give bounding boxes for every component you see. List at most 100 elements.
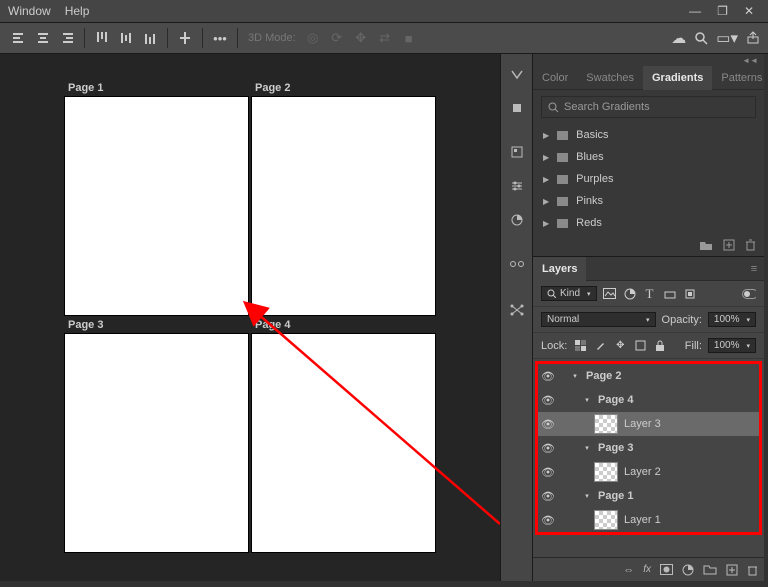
gradient-group[interactable]: ▶Purples [533,168,764,190]
folder-icon [557,153,568,162]
chevron-down-icon[interactable]: ▾ [582,396,592,404]
tab-gradients[interactable]: Gradients [643,66,712,90]
fill-input[interactable]: 100%▾ [708,338,756,353]
window-maximize-icon[interactable]: ❐ [717,4,728,18]
lock-artboard-icon[interactable] [633,339,647,353]
layer-filter-select[interactable]: Kind▾ [541,286,597,301]
tab-swatches[interactable]: Swatches [577,66,643,90]
gradient-group[interactable]: ▶Basics [533,124,764,146]
window-close-icon[interactable]: ✕ [744,4,754,18]
blend-mode-select[interactable]: Normal▾ [541,312,656,327]
align-left-icon[interactable] [8,27,30,49]
new-group-icon[interactable] [703,564,717,575]
menu-window[interactable]: Window [8,4,51,18]
canvas[interactable]: Page 1Page 2Page 3Page 4 [0,54,500,581]
filter-shape-icon[interactable] [663,287,677,301]
layer-name: Layer 2 [624,466,661,478]
trash-icon[interactable] [745,239,756,251]
3d-camera-icon[interactable]: ■ [398,27,420,49]
chevron-right-icon: ▶ [543,219,549,228]
account-icon[interactable]: ☁ [671,29,686,47]
properties-panel-icon[interactable] [509,178,525,194]
page-label: Page 4 [255,319,290,331]
align-center-v-icon[interactable] [115,27,137,49]
filter-adjustment-icon[interactable] [623,287,637,301]
tab-layers[interactable]: Layers [533,257,586,281]
chevron-down-icon[interactable]: ▾ [582,444,592,452]
layer-group[interactable]: 👁▾Page 1 [538,484,759,508]
tab-patterns[interactable]: Patterns [712,66,768,90]
type-panel-icon[interactable] [509,302,525,318]
gradient-group[interactable]: ▶Blues [533,146,764,168]
share-icon[interactable] [746,31,760,45]
filter-type-icon[interactable]: T [643,287,657,301]
gradient-group-label: Pinks [576,195,603,207]
3d-orbit-icon[interactable]: ◎ [302,27,324,49]
chevron-down-icon[interactable]: ▾ [582,492,592,500]
artboard-page[interactable]: Page 2 [252,97,435,315]
panel-collapse-icon[interactable]: ◄◄ [533,54,764,66]
layer-item[interactable]: 👁Layer 1 [538,508,759,532]
align-top-icon[interactable] [91,27,113,49]
gradient-group[interactable]: ▶Reds [533,212,764,234]
adjustment-layer-icon[interactable] [682,564,694,576]
layer-mask-icon[interactable] [660,564,673,575]
filter-toggle-icon[interactable] [742,287,756,301]
3d-roll-icon[interactable]: ⟳ [326,27,348,49]
layer-name: Page 2 [586,370,621,382]
layer-group[interactable]: 👁▾Page 4 [538,388,759,412]
lock-brush-icon[interactable] [593,339,607,353]
layers-footer: ⇔ fx [533,557,764,581]
gradient-group[interactable]: ▶Pinks [533,190,764,212]
chevron-down-icon[interactable]: ▾ [570,372,580,380]
workspace-switcher-icon[interactable]: ▭▾ [716,29,738,47]
search-icon[interactable] [694,31,708,45]
folder-icon[interactable] [699,240,713,251]
layer-item[interactable]: 👁 Layer 2 [538,460,759,484]
artboard-page[interactable]: Page 4 [252,334,435,552]
adjustments-panel-icon[interactable] [509,144,525,160]
tab-color[interactable]: Color [533,66,577,90]
layer-fx-icon[interactable]: fx [643,564,651,575]
actions-panel-icon[interactable] [509,256,525,272]
lock-position-icon[interactable]: ✥ [613,339,627,353]
delete-layer-icon[interactable] [747,564,758,576]
styles-panel-icon[interactable] [509,212,525,228]
visibility-toggle-icon[interactable]: 👁 [538,418,558,431]
gradients-search-input[interactable]: Search Gradients [541,96,756,118]
libraries-panel-icon[interactable] [509,100,525,116]
3d-pan-icon[interactable]: ✥ [350,27,372,49]
layer-group[interactable]: 👁 ▾ Page 2 [538,364,759,388]
3d-slide-icon[interactable]: ⇄ [374,27,396,49]
lock-pixels-icon[interactable] [573,339,587,353]
link-layers-icon[interactable]: ⇔ [623,564,634,576]
window-minimize-icon[interactable]: — [689,4,701,18]
filter-smart-icon[interactable] [683,287,697,301]
filter-image-icon[interactable] [603,287,617,301]
opacity-input[interactable]: 100%▾ [708,312,756,327]
gradient-group-label: Purples [576,173,613,185]
lock-label: Lock: [541,340,567,352]
layers-panel-menu-icon[interactable]: ≡ [744,263,764,275]
visibility-toggle-icon[interactable]: 👁 [538,442,558,455]
history-panel-icon[interactable] [509,66,525,82]
align-center-h-icon[interactable] [32,27,54,49]
new-preset-icon[interactable] [723,239,735,251]
new-layer-icon[interactable] [726,564,738,576]
visibility-toggle-icon[interactable]: 👁 [538,490,558,503]
artboard-page[interactable]: Page 1 [65,97,248,315]
align-bottom-icon[interactable] [139,27,161,49]
more-options-icon[interactable]: ••• [209,27,231,49]
distribute-icon[interactable] [174,27,196,49]
artboard-page[interactable]: Page 3 [65,334,248,552]
visibility-toggle-icon[interactable]: 👁 [538,466,558,479]
menu-help[interactable]: Help [65,4,90,18]
lock-all-icon[interactable] [653,339,667,353]
layer-group[interactable]: 👁▾Page 3 [538,436,759,460]
visibility-toggle-icon[interactable]: 👁 [538,370,558,383]
layer-item[interactable]: 👁Layer 3 [538,412,759,436]
align-right-icon[interactable] [56,27,78,49]
visibility-toggle-icon[interactable]: 👁 [538,394,558,407]
folder-icon [557,175,568,184]
visibility-toggle-icon[interactable]: 👁 [538,514,558,527]
